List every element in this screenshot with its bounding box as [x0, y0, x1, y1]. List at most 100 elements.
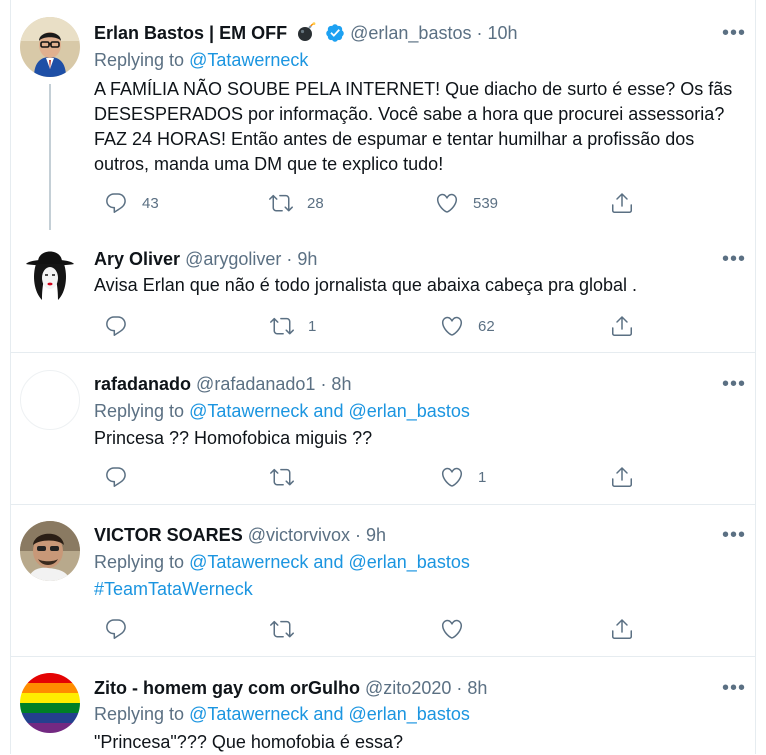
- share-icon: [612, 619, 632, 639]
- tweet-actions: 1 62: [94, 313, 654, 339]
- author-name[interactable]: Ary Oliver: [94, 249, 180, 269]
- share-button[interactable]: [610, 190, 634, 216]
- tweet-time[interactable]: · 8h: [456, 678, 487, 698]
- tweet-text: Princesa ?? Homofobica miguis ??: [94, 428, 373, 448]
- reply-button[interactable]: 43: [104, 190, 159, 216]
- reply-icon: [106, 316, 126, 336]
- author-handle[interactable]: @zito2020: [365, 678, 451, 698]
- tweet-divider: [10, 656, 756, 657]
- reply-button[interactable]: [104, 464, 128, 490]
- reply-icon: [106, 193, 126, 213]
- more-options-button[interactable]: •••: [722, 249, 746, 269]
- tweet-divider: [10, 352, 756, 353]
- verified-badge-icon: [325, 23, 345, 49]
- hashtag-link[interactable]: #TeamTataWerneck: [94, 577, 734, 602]
- like-button[interactable]: [440, 616, 464, 642]
- author-handle[interactable]: @erlan_bastos: [350, 23, 471, 43]
- author-handle[interactable]: @victorvivox: [248, 525, 350, 545]
- more-options-button[interactable]: •••: [722, 525, 746, 545]
- replying-prefix: Replying to: [94, 401, 185, 421]
- tweet-text: "Princesa"??? Que homofobia é essa?: [94, 732, 403, 752]
- author-name[interactable]: Zito - homem gay com orGulho: [94, 678, 360, 698]
- tweet-time[interactable]: · 9h: [355, 525, 386, 545]
- retweet-icon: [269, 194, 293, 212]
- author-name[interactable]: rafadanado: [94, 374, 191, 394]
- avatar-rafadanado[interactable]: [20, 370, 80, 430]
- avatar-ary[interactable]: [20, 242, 80, 302]
- retweet-button[interactable]: 28: [269, 190, 324, 216]
- heart-icon: [441, 619, 463, 639]
- retweet-button[interactable]: [270, 616, 294, 642]
- tweet-actions: [94, 616, 654, 642]
- tweet-header: Ary Oliver @arygoliver · 9h: [94, 247, 317, 271]
- reply-button[interactable]: [104, 616, 128, 642]
- mention-link[interactable]: @erlan_bastos: [348, 704, 469, 724]
- replying-prefix: Replying to: [94, 704, 185, 724]
- mention-link[interactable]: @erlan_bastos: [348, 552, 469, 572]
- reply-icon: [106, 467, 126, 487]
- author-handle[interactable]: @arygoliver: [185, 249, 281, 269]
- retweet-count: 1: [308, 317, 317, 335]
- retweet-button[interactable]: 1: [270, 313, 316, 339]
- share-button[interactable]: [610, 464, 634, 490]
- share-icon: [612, 316, 632, 336]
- mention-link[interactable]: @Tatawerneck: [189, 50, 308, 70]
- author-name[interactable]: VICTOR SOARES: [94, 525, 243, 545]
- like-count: 539: [473, 194, 499, 212]
- replying-to: Replying to @Tatawerneck and @erlan_bast…: [94, 550, 470, 574]
- replying-to: Replying to @Tatawerneck: [94, 48, 308, 72]
- share-button[interactable]: [610, 313, 634, 339]
- replying-to: Replying to @Tatawerneck and @erlan_bast…: [94, 702, 470, 726]
- replying-and: and: [313, 552, 344, 572]
- mention-link[interactable]: @erlan_bastos: [348, 401, 469, 421]
- mention-link[interactable]: @Tatawerneck: [189, 704, 308, 724]
- author-handle[interactable]: @rafadanado1: [196, 374, 315, 394]
- retweet-count: 28: [307, 194, 324, 212]
- tweet-actions: 1: [94, 464, 654, 490]
- mention-link[interactable]: @Tatawerneck: [189, 552, 308, 572]
- reply-button[interactable]: [104, 313, 142, 339]
- replying-and: and: [313, 704, 344, 724]
- heart-icon: [441, 467, 463, 487]
- more-options-button[interactable]: •••: [722, 23, 746, 43]
- more-options-button[interactable]: •••: [722, 374, 746, 394]
- more-options-button[interactable]: •••: [722, 678, 746, 698]
- like-count: 62: [478, 317, 495, 335]
- reply-icon: [106, 619, 126, 639]
- tweet-time[interactable]: · 8h: [320, 374, 351, 394]
- bomb-emoji-icon: [296, 22, 316, 48]
- replying-and: and: [313, 401, 344, 421]
- tweet-header: Erlan Bastos | EM OFF @erlan_bastos · 10…: [94, 21, 518, 49]
- tweet-time[interactable]: · 10h: [476, 23, 517, 43]
- heart-icon: [441, 316, 463, 336]
- author-name[interactable]: Erlan Bastos | EM OFF: [94, 23, 287, 43]
- retweet-icon: [270, 317, 294, 335]
- avatar-zito[interactable]: [20, 673, 80, 733]
- retweet-icon: [270, 620, 294, 638]
- avatar-victor[interactable]: [20, 521, 80, 581]
- tweet-actions: 43 28 539: [94, 190, 654, 216]
- tweet-header: rafadanado @rafadanado1 · 8h: [94, 372, 351, 396]
- replying-to: Replying to @Tatawerneck and @erlan_bast…: [94, 399, 470, 423]
- like-count: 1: [478, 468, 487, 486]
- tweet-time[interactable]: · 9h: [286, 249, 317, 269]
- like-button[interactable]: 62: [440, 313, 495, 339]
- replying-prefix: Replying to: [94, 552, 185, 572]
- tweet-header: Zito - homem gay com orGulho @zito2020 ·…: [94, 676, 487, 700]
- share-button[interactable]: [610, 616, 634, 642]
- replying-prefix: Replying to: [94, 50, 185, 70]
- heart-icon: [436, 193, 458, 213]
- reply-count: 43: [142, 194, 159, 212]
- tweet-header: VICTOR SOARES @victorvivox · 9h: [94, 523, 386, 547]
- like-button[interactable]: 539: [435, 190, 498, 216]
- mention-link[interactable]: @Tatawerneck: [189, 401, 308, 421]
- like-button[interactable]: 1: [440, 464, 486, 490]
- retweet-button[interactable]: [270, 464, 294, 490]
- thread-line: [49, 84, 51, 230]
- share-icon: [612, 193, 632, 213]
- tweet-text: A FAMÍLIA NÃO SOUBE PELA INTERNET! Que d…: [94, 79, 733, 174]
- tweet-divider: [10, 504, 756, 505]
- tweet-text: Avisa Erlan que não é todo jornalista qu…: [94, 275, 638, 295]
- share-icon: [612, 467, 632, 487]
- avatar-erlan[interactable]: [20, 17, 80, 77]
